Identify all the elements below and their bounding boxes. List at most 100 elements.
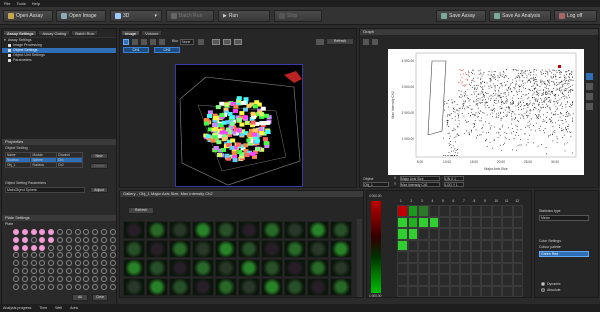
tab-assay-gating[interactable]: Assay Gating [38,30,71,36]
heatmap-well[interactable] [418,216,429,228]
heatmap-well[interactable] [460,205,471,217]
heatmap-well[interactable] [460,216,471,228]
heatmap-well[interactable] [397,239,408,251]
plate-well[interactable] [30,252,37,259]
plate-well[interactable] [48,275,55,282]
log-off-button[interactable]: Log off [554,10,597,22]
heatmap-well[interactable] [512,274,523,286]
stop-button[interactable]: Stop [274,10,322,22]
plate-well[interactable] [48,252,55,259]
heatmap-grid[interactable]: 1 2 3 4 5 6 7 8 9 10 11 12 [397,199,527,297]
plate-well[interactable] [101,260,107,267]
settings-icon[interactable] [316,39,324,45]
gallery-thumbnail[interactable] [123,221,145,239]
refresh-button[interactable]: Refresh [326,38,354,45]
heatmap-well[interactable] [481,239,492,251]
heatmap-well[interactable] [439,285,450,297]
y-scale-select[interactable]: LOG Y 1 [444,182,464,187]
gallery-thumbnail[interactable] [146,221,168,239]
plate-well[interactable] [92,229,99,235]
plate-well[interactable] [101,275,107,282]
graph-export-icon[interactable] [372,39,378,45]
heatmap-well[interactable] [491,216,502,228]
adjust-button[interactable]: Adjust [90,187,108,193]
gallery-thumbnail[interactable] [238,221,260,239]
plate-well[interactable] [109,268,116,274]
heatmap-well[interactable] [428,216,439,228]
plate-well[interactable] [13,236,19,243]
heatmap-well[interactable] [407,274,418,286]
heatmap-well[interactable] [470,228,481,240]
heatmap-well[interactable] [418,228,429,240]
plate-well[interactable] [83,229,90,235]
menu-tools[interactable]: Tools [16,1,25,6]
open-assay-button[interactable]: Open Assay [3,10,53,22]
plate-well[interactable] [65,244,72,251]
plate-well[interactable] [57,260,63,267]
heatmap-well[interactable] [460,274,471,286]
heatmap-well[interactable] [418,239,429,251]
gallery-thumbnail[interactable] [261,278,283,296]
heatmap-well[interactable] [407,251,418,263]
gallery-thumbnail[interactable] [192,240,214,258]
heatmap-well[interactable] [470,251,481,263]
plate-well[interactable] [83,260,90,267]
gallery-thumbnail[interactable] [146,278,168,296]
lasso-tool-icon[interactable] [586,83,593,90]
rect-tool-icon[interactable] [141,39,147,45]
heatmap-well[interactable] [449,228,460,240]
channel-ch2-button[interactable]: CH2 [154,47,180,53]
heatmap-well[interactable] [481,251,492,263]
plate-well[interactable] [48,268,55,274]
heatmap-well[interactable] [428,239,439,251]
heatmap-well[interactable] [481,228,492,240]
gallery-thumbnail[interactable] [330,240,352,258]
plate-well[interactable] [30,283,37,290]
run-button[interactable]: ▶ Run [218,10,270,22]
volume-viewer[interactable] [175,64,303,187]
gallery-thumbnail[interactable] [123,259,145,277]
color-palette-select[interactable]: Green Red [539,251,589,257]
plate-well[interactable] [109,275,116,282]
plate-well[interactable] [13,260,19,267]
gallery-thumbnail[interactable] [215,240,237,258]
heatmap-well[interactable] [439,251,450,263]
plate-well[interactable] [48,229,55,235]
plate-well[interactable] [13,229,19,235]
heatmap-well[interactable] [407,228,418,240]
plate-well[interactable] [65,260,72,267]
plate-well[interactable] [83,244,90,251]
heatmap-well[interactable] [481,262,492,274]
heatmap-well[interactable] [502,274,513,286]
heatmap-well[interactable] [512,239,523,251]
plate-well[interactable] [39,236,46,243]
plate-well[interactable] [74,252,81,259]
plate-well[interactable] [39,260,46,267]
gallery-thumbnail[interactable] [146,240,168,258]
heatmap-well[interactable] [512,285,523,297]
plate-well[interactable] [30,275,37,282]
plate-well[interactable] [65,252,72,259]
layers-icon[interactable] [198,39,204,45]
gallery-thumbnail[interactable] [284,221,306,239]
plate-well[interactable] [21,275,28,282]
heatmap-well[interactable] [460,239,471,251]
plate-well[interactable] [30,236,37,243]
heatmap-well[interactable] [460,262,471,274]
gallery-thumbnail[interactable] [261,259,283,277]
heatmap-well[interactable] [449,262,460,274]
heatmap-well[interactable] [512,205,523,217]
heatmap-well[interactable] [470,216,481,228]
plate-well[interactable] [65,275,72,282]
view-split-icon[interactable] [223,39,231,45]
view-grid-icon[interactable] [234,39,242,45]
gallery-grid[interactable] [123,221,353,297]
plate-well[interactable] [57,236,63,243]
heatmap-well[interactable] [481,285,492,297]
gallery-refresh-button[interactable]: Refresh [128,207,154,214]
heatmap-well[interactable] [439,262,450,274]
plate-well[interactable] [13,244,19,251]
plate-well[interactable] [48,244,55,251]
heatmap-well[interactable] [512,251,523,263]
plate-well[interactable] [30,229,37,235]
